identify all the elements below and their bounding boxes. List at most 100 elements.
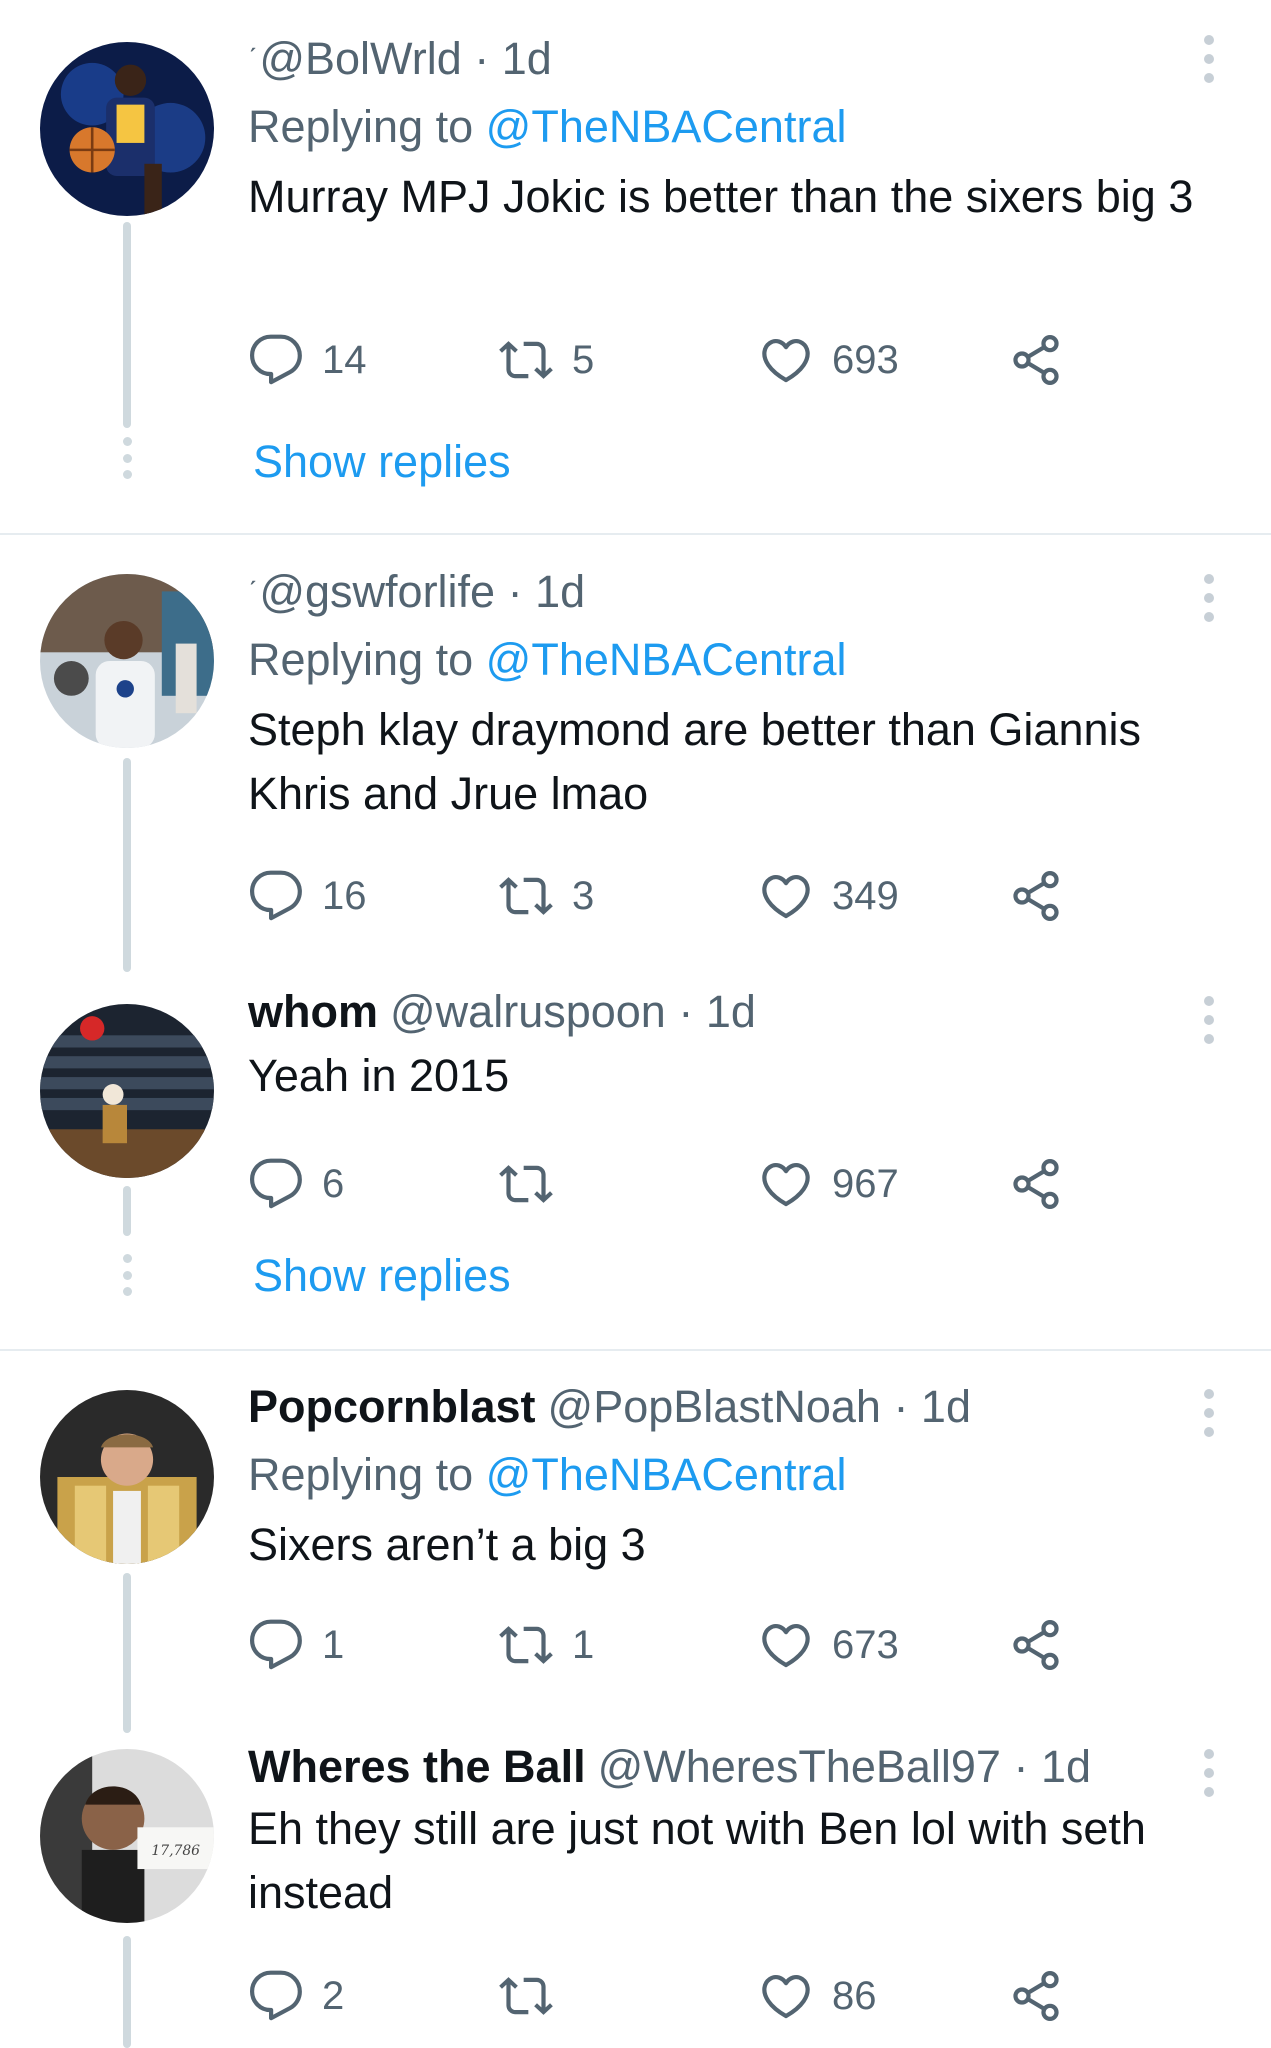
tweet-time[interactable]: · 1d (1013, 1741, 1091, 1792)
retweet-icon (498, 1156, 554, 1212)
more-options-icon[interactable] (1202, 574, 1216, 622)
reply-icon (248, 868, 304, 924)
reply-icon (248, 332, 304, 388)
tweet-actions: 2 86 (248, 1964, 1078, 2028)
show-replies-link[interactable]: Show replies (253, 1248, 511, 1304)
share-icon (1008, 868, 1064, 924)
like-button[interactable]: 349 (758, 864, 899, 928)
user-handle[interactable]: @BolWrld (259, 33, 461, 84)
retweet-button[interactable]: 5 (498, 328, 594, 392)
reply-icon (248, 1156, 304, 1212)
retweet-icon (498, 1968, 554, 2024)
more-options-icon[interactable] (1202, 1389, 1216, 1437)
thread-line (123, 222, 131, 428)
share-button[interactable] (1008, 864, 1064, 928)
tweet-actions: 16 3 349 (248, 864, 1078, 928)
reply-button[interactable]: 14 (248, 328, 367, 392)
retweet-icon (498, 1617, 554, 1673)
reply-button[interactable]: 1 (248, 1613, 344, 1677)
display-name[interactable]: Popcornblast (248, 1381, 536, 1432)
reply-button[interactable]: 2 (248, 1964, 344, 2028)
like-button[interactable]: 967 (758, 1152, 899, 1216)
more-options-icon[interactable] (1202, 1749, 1216, 1797)
thread-line (123, 1936, 131, 2048)
user-handle[interactable]: @PopBlastNoah (548, 1381, 881, 1432)
like-button[interactable]: 673 (758, 1613, 899, 1677)
tweet-time[interactable]: · 1d (678, 986, 756, 1037)
share-button[interactable] (1008, 1964, 1064, 2028)
share-icon (1008, 1968, 1064, 2024)
thread-gap-dots (120, 437, 134, 479)
share-button[interactable] (1008, 1152, 1064, 1216)
tweet-actions: 14 5 693 (248, 328, 1078, 392)
share-button[interactable] (1008, 328, 1064, 392)
like-button[interactable]: 86 (758, 1964, 877, 2028)
tweet-text: Steph klay draymond are better than Gian… (248, 704, 1142, 819)
user-handle[interactable]: @walruspoon (390, 986, 666, 1037)
mention-link[interactable]: @TheNBACentral (486, 101, 847, 152)
tweet-time[interactable]: · 1d (474, 33, 552, 84)
heart-icon (758, 332, 814, 388)
tweet-header: ˊ@gswforlife · 1d (248, 566, 586, 617)
like-button[interactable]: 693 (758, 328, 899, 392)
heart-icon (758, 868, 814, 924)
mention-link[interactable]: @TheNBACentral (486, 1449, 847, 1500)
reply-button[interactable]: 16 (248, 864, 367, 928)
mention-link[interactable]: @TheNBACentral (486, 634, 847, 685)
heart-icon (758, 1968, 814, 2024)
thread-line (123, 1186, 131, 1236)
user-avatar[interactable] (40, 1390, 214, 1564)
tweet-time[interactable]: · 1d (893, 1381, 971, 1432)
share-button[interactable] (1008, 1613, 1064, 1677)
more-options-icon[interactable] (1202, 996, 1216, 1044)
more-options-icon[interactable] (1202, 35, 1216, 83)
user-avatar[interactable] (40, 42, 214, 216)
tweet[interactable]: Popcornblast @PopBlastNoah · 1d Replying … (0, 1351, 1271, 1733)
show-replies-link[interactable]: Show replies (253, 434, 511, 490)
thread-gap-dots (120, 1254, 134, 1296)
display-name[interactable]: whom (248, 986, 378, 1037)
replying-to: Replying to @TheNBACentral (248, 634, 847, 685)
share-icon (1008, 1156, 1064, 1212)
retweet-button[interactable]: 3 (498, 864, 594, 928)
retweet-icon (498, 868, 554, 924)
tweet-actions: 1 1 673 (248, 1613, 1078, 1677)
user-avatar[interactable]: 17,786 (40, 1749, 214, 1923)
tweet-header: ˊ@BolWrld · 1d (248, 33, 552, 84)
heart-icon (758, 1617, 814, 1673)
tweet-header: Popcornblast @PopBlastNoah · 1d (248, 1379, 1231, 1435)
tweet-text: Yeah in 2015 (248, 1050, 510, 1101)
tweet-header: whom @walruspoon · 1d (248, 984, 1231, 1040)
tweet[interactable]: whom @walruspoon · 1d Yeah in 2015 6 967 … (0, 956, 1271, 1351)
user-avatar[interactable] (40, 574, 214, 748)
retweet-button[interactable] (498, 1152, 572, 1216)
display-name[interactable]: Wheres the Ball (248, 1741, 586, 1792)
tweet-text: Eh they still are just not with Ben lol … (248, 1803, 1146, 1918)
reply-icon (248, 1968, 304, 2024)
tweet-header: Wheres the Ball @WheresTheBall97 · 1d (248, 1739, 1231, 1795)
reply-icon (248, 1617, 304, 1673)
thread-line (123, 758, 131, 972)
tweet-actions: 6 967 (248, 1152, 1078, 1216)
retweet-icon (498, 332, 554, 388)
share-icon (1008, 332, 1064, 388)
avatar-sign-number: 17,786 (151, 1843, 200, 1859)
replying-to: Replying to @TheNBACentral (248, 1449, 847, 1500)
retweet-button[interactable] (498, 1964, 572, 2028)
tweet-time[interactable]: · 1d (508, 566, 586, 617)
reply-button[interactable]: 6 (248, 1152, 344, 1216)
tweet[interactable]: 17,786 Wheres the Ball @WheresTheBall97 ·… (0, 1731, 1271, 2048)
user-handle[interactable]: @WheresTheBall97 (598, 1741, 1001, 1792)
divider (0, 533, 1271, 535)
retweet-button[interactable]: 1 (498, 1613, 594, 1677)
user-handle[interactable]: @gswforlife (259, 566, 495, 617)
replying-to: Replying to @TheNBACentral (248, 101, 847, 152)
user-avatar[interactable] (40, 1004, 214, 1178)
thread-line (123, 1573, 131, 1733)
tweet[interactable]: ˊ@BolWrld · 1d Replying to @TheNBACentra… (0, 0, 1271, 536)
tweet-text: Sixers aren’t a big 3 (248, 1519, 646, 1570)
tweet-text: Murray MPJ Jokic is better than the sixe… (248, 171, 1194, 222)
tweet[interactable]: ˊ@gswforlife · 1d Replying to @TheNBACen… (0, 536, 1271, 972)
share-icon (1008, 1617, 1064, 1673)
heart-icon (758, 1156, 814, 1212)
